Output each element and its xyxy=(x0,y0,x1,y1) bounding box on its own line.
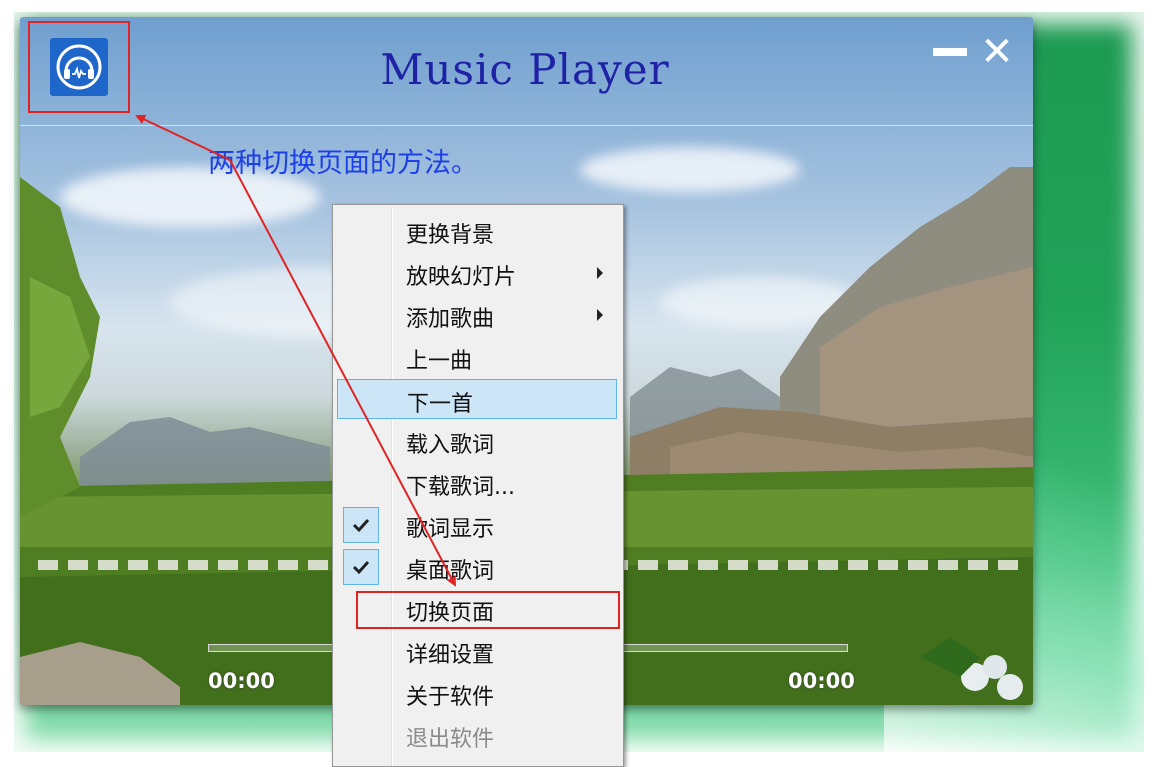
window-title: Music Player xyxy=(380,45,670,94)
menu-item-label: 关于软件 xyxy=(406,685,495,710)
time-current: 00:00 xyxy=(208,669,275,693)
menu-item-label: 桌面歌词 xyxy=(406,559,495,584)
menu-item-show-lyrics[interactable]: 歌词显示 xyxy=(337,505,617,545)
menu-item-label: 详细设置 xyxy=(406,643,495,668)
chevron-right-icon xyxy=(597,267,603,279)
checkmark-icon xyxy=(343,507,379,543)
menu-item-label: 上一曲 xyxy=(406,349,473,374)
menu-item-label: 添加歌曲 xyxy=(406,307,495,332)
chevron-right-icon xyxy=(597,309,603,321)
menu-item-add-songs[interactable]: 添加歌曲 xyxy=(337,295,617,335)
menu-item-settings[interactable]: 详细设置 xyxy=(337,631,617,671)
menu-item-label: 退出软件 xyxy=(406,727,495,752)
menu-item-label: 歌词显示 xyxy=(406,517,495,542)
menu-item-label: 切换页面 xyxy=(406,601,495,626)
menu-item-exit[interactable]: 退出软件 xyxy=(337,715,617,755)
annotation-text: 两种切换页面的方法。 xyxy=(208,148,478,179)
menu-item-label: 下载歌词... xyxy=(406,475,515,500)
menu-item-slideshow[interactable]: 放映幻灯片 xyxy=(337,253,617,293)
menu-item-label: 更换背景 xyxy=(406,223,495,248)
time-total: 00:00 xyxy=(788,669,855,693)
menu-item-next-track[interactable]: 下一首 xyxy=(337,379,617,419)
menu-item-label: 下一首 xyxy=(407,392,474,417)
menu-item-desktop-lyrics[interactable]: 桌面歌词 xyxy=(337,547,617,587)
menu-item-switch-page[interactable]: 切换页面 xyxy=(337,589,620,629)
menu-item-label: 载入歌词 xyxy=(406,433,495,458)
context-menu: 更换背景 放映幻灯片 添加歌曲 上一曲 下一首 载入歌词 下载歌词... 歌词显… xyxy=(332,204,624,767)
checkmark-icon xyxy=(343,549,379,585)
menu-item-about[interactable]: 关于软件 xyxy=(337,673,617,713)
headphones-icon[interactable] xyxy=(50,38,108,96)
menu-item-previous-track[interactable]: 上一曲 xyxy=(337,337,617,377)
minimize-icon[interactable] xyxy=(933,48,967,56)
menu-item-label: 放映幻灯片 xyxy=(406,265,517,290)
menu-item-load-lyrics[interactable]: 载入歌词 xyxy=(337,421,617,461)
close-icon[interactable]: ✕ xyxy=(977,32,1017,72)
menu-item-change-background[interactable]: 更换背景 xyxy=(337,211,617,251)
menu-item-download-lyrics[interactable]: 下载歌词... xyxy=(337,463,617,503)
